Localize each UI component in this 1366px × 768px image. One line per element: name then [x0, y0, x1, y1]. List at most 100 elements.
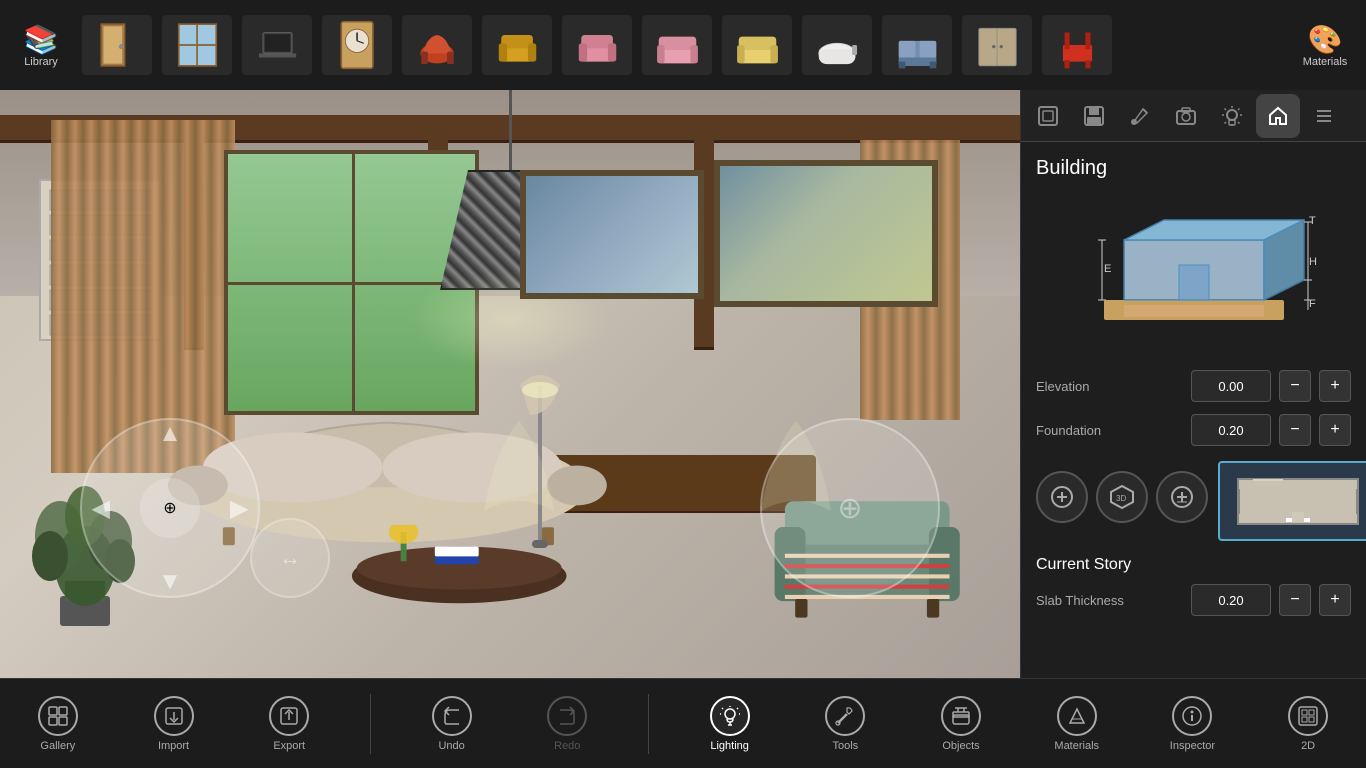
nav-control-right[interactable]: ⊕	[760, 418, 940, 598]
right-panel: Building T H E F	[1020, 90, 1366, 678]
red-chair-item[interactable]	[1042, 15, 1112, 75]
elevation-input[interactable]	[1191, 370, 1271, 402]
svg-text:H: H	[1309, 256, 1317, 268]
tab-light[interactable]	[1210, 94, 1254, 138]
library-label: Library	[24, 56, 58, 68]
building-diagram: T H E F	[1036, 195, 1351, 355]
gallery-icon	[38, 696, 78, 736]
undo-label: Undo	[438, 740, 464, 752]
export-icon	[269, 696, 309, 736]
tools-button[interactable]: Tools	[810, 679, 880, 768]
rotate-control[interactable]: ↔	[250, 518, 330, 598]
materials-button[interactable]: 🎨 Materials	[1294, 13, 1356, 78]
tab-paint[interactable]	[1118, 94, 1162, 138]
2d-icon	[1288, 696, 1328, 736]
laptop-item[interactable]	[242, 15, 312, 75]
add-story-btn[interactable]	[1036, 471, 1088, 523]
nav-right-btn[interactable]: ▶	[230, 494, 248, 523]
lighting-button[interactable]: Lighting	[695, 679, 765, 768]
inspector-icon	[1172, 696, 1212, 736]
foundation-row: Foundation − +	[1036, 414, 1351, 446]
tab-save[interactable]	[1072, 94, 1116, 138]
slab-plus-btn[interactable]: +	[1319, 584, 1351, 616]
view-3d-btn[interactable]: 3D	[1096, 471, 1148, 523]
tools-label: Tools	[833, 740, 859, 752]
gallery-label: Gallery	[40, 740, 75, 752]
export-button[interactable]: Export	[254, 679, 324, 768]
window-item[interactable]	[162, 15, 232, 75]
import-label: Import	[158, 740, 189, 752]
viewport[interactable]: ▲ ◀ ⊕ ▶ ▼ ↔ ⊕	[0, 90, 1020, 678]
tab-list[interactable]	[1302, 94, 1346, 138]
pink-sofa-item[interactable]	[642, 15, 712, 75]
objects-button[interactable]: Objects	[926, 679, 996, 768]
nav-up[interactable]: ▲	[158, 420, 182, 448]
pink-chair-item[interactable]	[562, 15, 632, 75]
slab-minus-btn[interactable]: −	[1279, 584, 1311, 616]
inspector-label: Inspector	[1170, 740, 1215, 752]
svg-text:E: E	[1104, 263, 1111, 275]
add-floor-btn[interactable]	[1156, 471, 1208, 523]
top-toolbar: 📚 Library	[0, 0, 1366, 90]
artwork-2	[714, 160, 938, 307]
tools-icon	[825, 696, 865, 736]
foundation-minus-btn[interactable]: −	[1279, 414, 1311, 446]
2d-label: 2D	[1301, 740, 1315, 752]
orange-chair-item[interactable]	[402, 15, 472, 75]
nav-control-left[interactable]: ▲ ◀ ⊕ ▶ ▼	[80, 418, 260, 598]
nav-left[interactable]: ◀	[92, 494, 110, 523]
door-item[interactable]	[82, 15, 152, 75]
foundation-input[interactable]	[1191, 414, 1271, 446]
panel-tabs	[1021, 90, 1366, 142]
foundation-label: Foundation	[1036, 423, 1183, 438]
divider-1	[370, 694, 371, 754]
elevation-label: Elevation	[1036, 379, 1183, 394]
panel-title: Building	[1036, 157, 1351, 180]
import-icon	[154, 696, 194, 736]
library-button[interactable]: 📚 Library	[10, 13, 72, 78]
redo-label: Redo	[554, 740, 580, 752]
bottom-toolbar: Gallery Import Export	[0, 678, 1366, 768]
yellow-armchair-item[interactable]	[482, 15, 552, 75]
materials-bottom-icon	[1057, 696, 1097, 736]
build-actions-left: 3D	[1036, 471, 1208, 523]
slab-thickness-input[interactable]	[1191, 584, 1271, 616]
divider-2	[648, 694, 649, 754]
svg-text:T: T	[1309, 215, 1316, 227]
materials-bottom-button[interactable]: Materials	[1042, 679, 1112, 768]
undo-button[interactable]: Undo	[417, 679, 487, 768]
clock-item[interactable]	[322, 15, 392, 75]
materials-bottom-label: Materials	[1054, 740, 1099, 752]
cabinet-item[interactable]	[962, 15, 1032, 75]
nav-down[interactable]: ▼	[158, 568, 182, 596]
objects-label: Objects	[942, 740, 979, 752]
undo-icon	[432, 696, 472, 736]
redo-button[interactable]: Redo	[532, 679, 602, 768]
story-preview-area	[1218, 461, 1366, 541]
elevation-plus-btn[interactable]: +	[1319, 370, 1351, 402]
bathtub-item[interactable]	[802, 15, 872, 75]
tab-home[interactable]	[1256, 94, 1300, 138]
redo-icon	[547, 696, 587, 736]
materials-label: Materials	[1303, 56, 1348, 68]
objects-icon	[941, 696, 981, 736]
elevation-row: Elevation − +	[1036, 370, 1351, 402]
tab-camera[interactable]	[1164, 94, 1208, 138]
slab-thickness-row: Slab Thickness − +	[1036, 584, 1351, 616]
foundation-plus-btn[interactable]: +	[1319, 414, 1351, 446]
panel-content: Building T H E F	[1021, 142, 1366, 678]
import-button[interactable]: Import	[139, 679, 209, 768]
elevation-minus-btn[interactable]: −	[1279, 370, 1311, 402]
yellow-sofa-item[interactable]	[722, 15, 792, 75]
export-label: Export	[273, 740, 305, 752]
artwork-1	[520, 170, 704, 299]
tab-select[interactable]	[1026, 94, 1070, 138]
nav-center[interactable]: ⊕	[140, 478, 200, 538]
lighting-label: Lighting	[710, 740, 749, 752]
gallery-button[interactable]: Gallery	[23, 679, 93, 768]
2d-button[interactable]: 2D	[1273, 679, 1343, 768]
slab-thickness-label: Slab Thickness	[1036, 593, 1183, 608]
current-story-title: Current Story	[1036, 556, 1351, 574]
inspector-button[interactable]: Inspector	[1157, 679, 1227, 768]
bed-item[interactable]	[882, 15, 952, 75]
